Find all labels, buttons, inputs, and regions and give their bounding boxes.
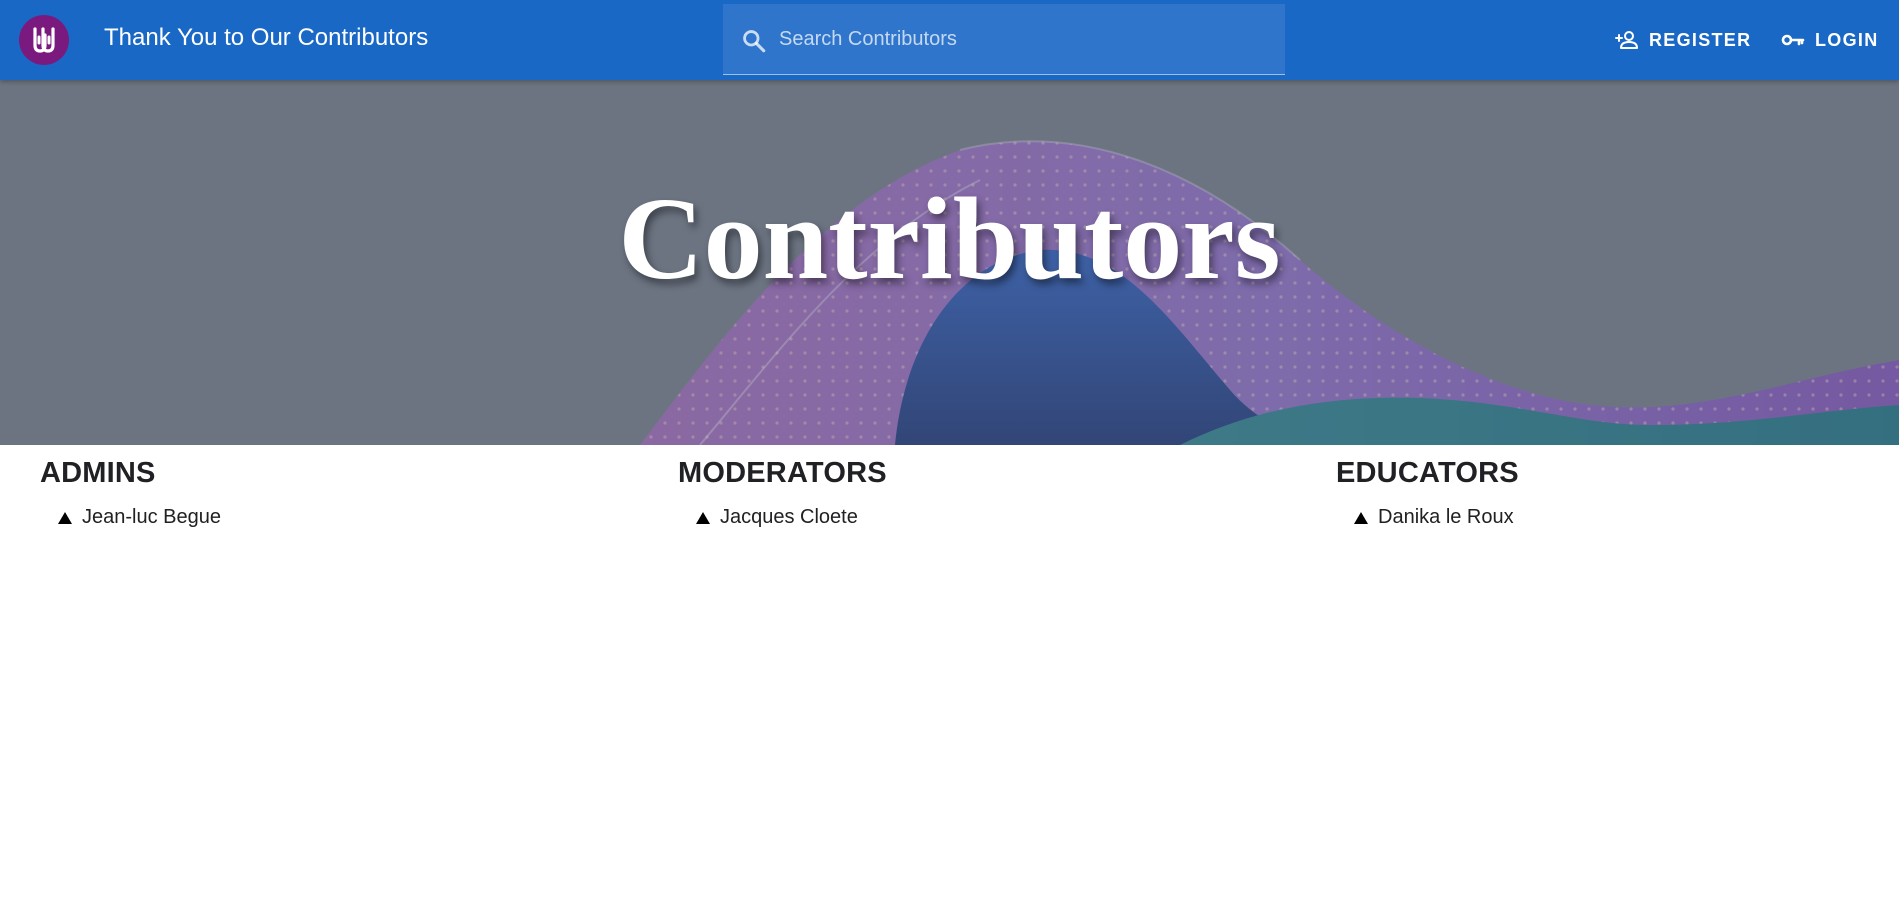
triangle-bullet-icon [1354,511,1368,524]
hero-title: Contributors [618,173,1281,304]
search-icon [743,30,766,53]
login-label: LOGIN [1815,29,1879,50]
register-button[interactable]: REGISTER [1615,24,1751,56]
member-name: Jacques Cloete [720,506,858,528]
search-input[interactable] [775,4,1265,75]
search-box[interactable] [723,4,1285,75]
member-name: Danika le Roux [1378,506,1514,528]
triangle-bullet-icon [696,511,710,524]
hero-banner: Contributors [0,80,1899,445]
triangle-bullet-icon [58,511,72,524]
logo-mark-icon [33,27,55,53]
login-button[interactable]: LOGIN [1781,24,1879,56]
key-icon [1781,34,1805,46]
group-heading: MODERATORS [678,457,887,489]
member-list: Jean-luc Begue [40,506,221,529]
list-item: Jean-luc Begue [58,506,221,529]
group-admins: ADMINS Jean-luc Begue [40,457,221,529]
group-educators: EDUCATORS Danika le Roux [1336,457,1519,529]
member-list: Jacques Cloete [678,506,887,529]
register-label: REGISTER [1649,29,1752,50]
app-title: Thank You to Our Contributors [104,24,429,51]
app-bar: Thank You to Our Contributors REGISTER L… [0,0,1899,80]
site-logo[interactable] [19,15,69,65]
person-add-icon [1615,31,1638,49]
list-item: Danika le Roux [1354,506,1519,529]
group-moderators: MODERATORS Jacques Cloete [678,457,887,529]
list-item: Jacques Cloete [696,506,887,529]
member-list: Danika le Roux [1336,506,1519,529]
group-heading: EDUCATORS [1336,457,1519,489]
member-name: Jean-luc Begue [82,506,221,528]
group-heading: ADMINS [40,457,156,489]
